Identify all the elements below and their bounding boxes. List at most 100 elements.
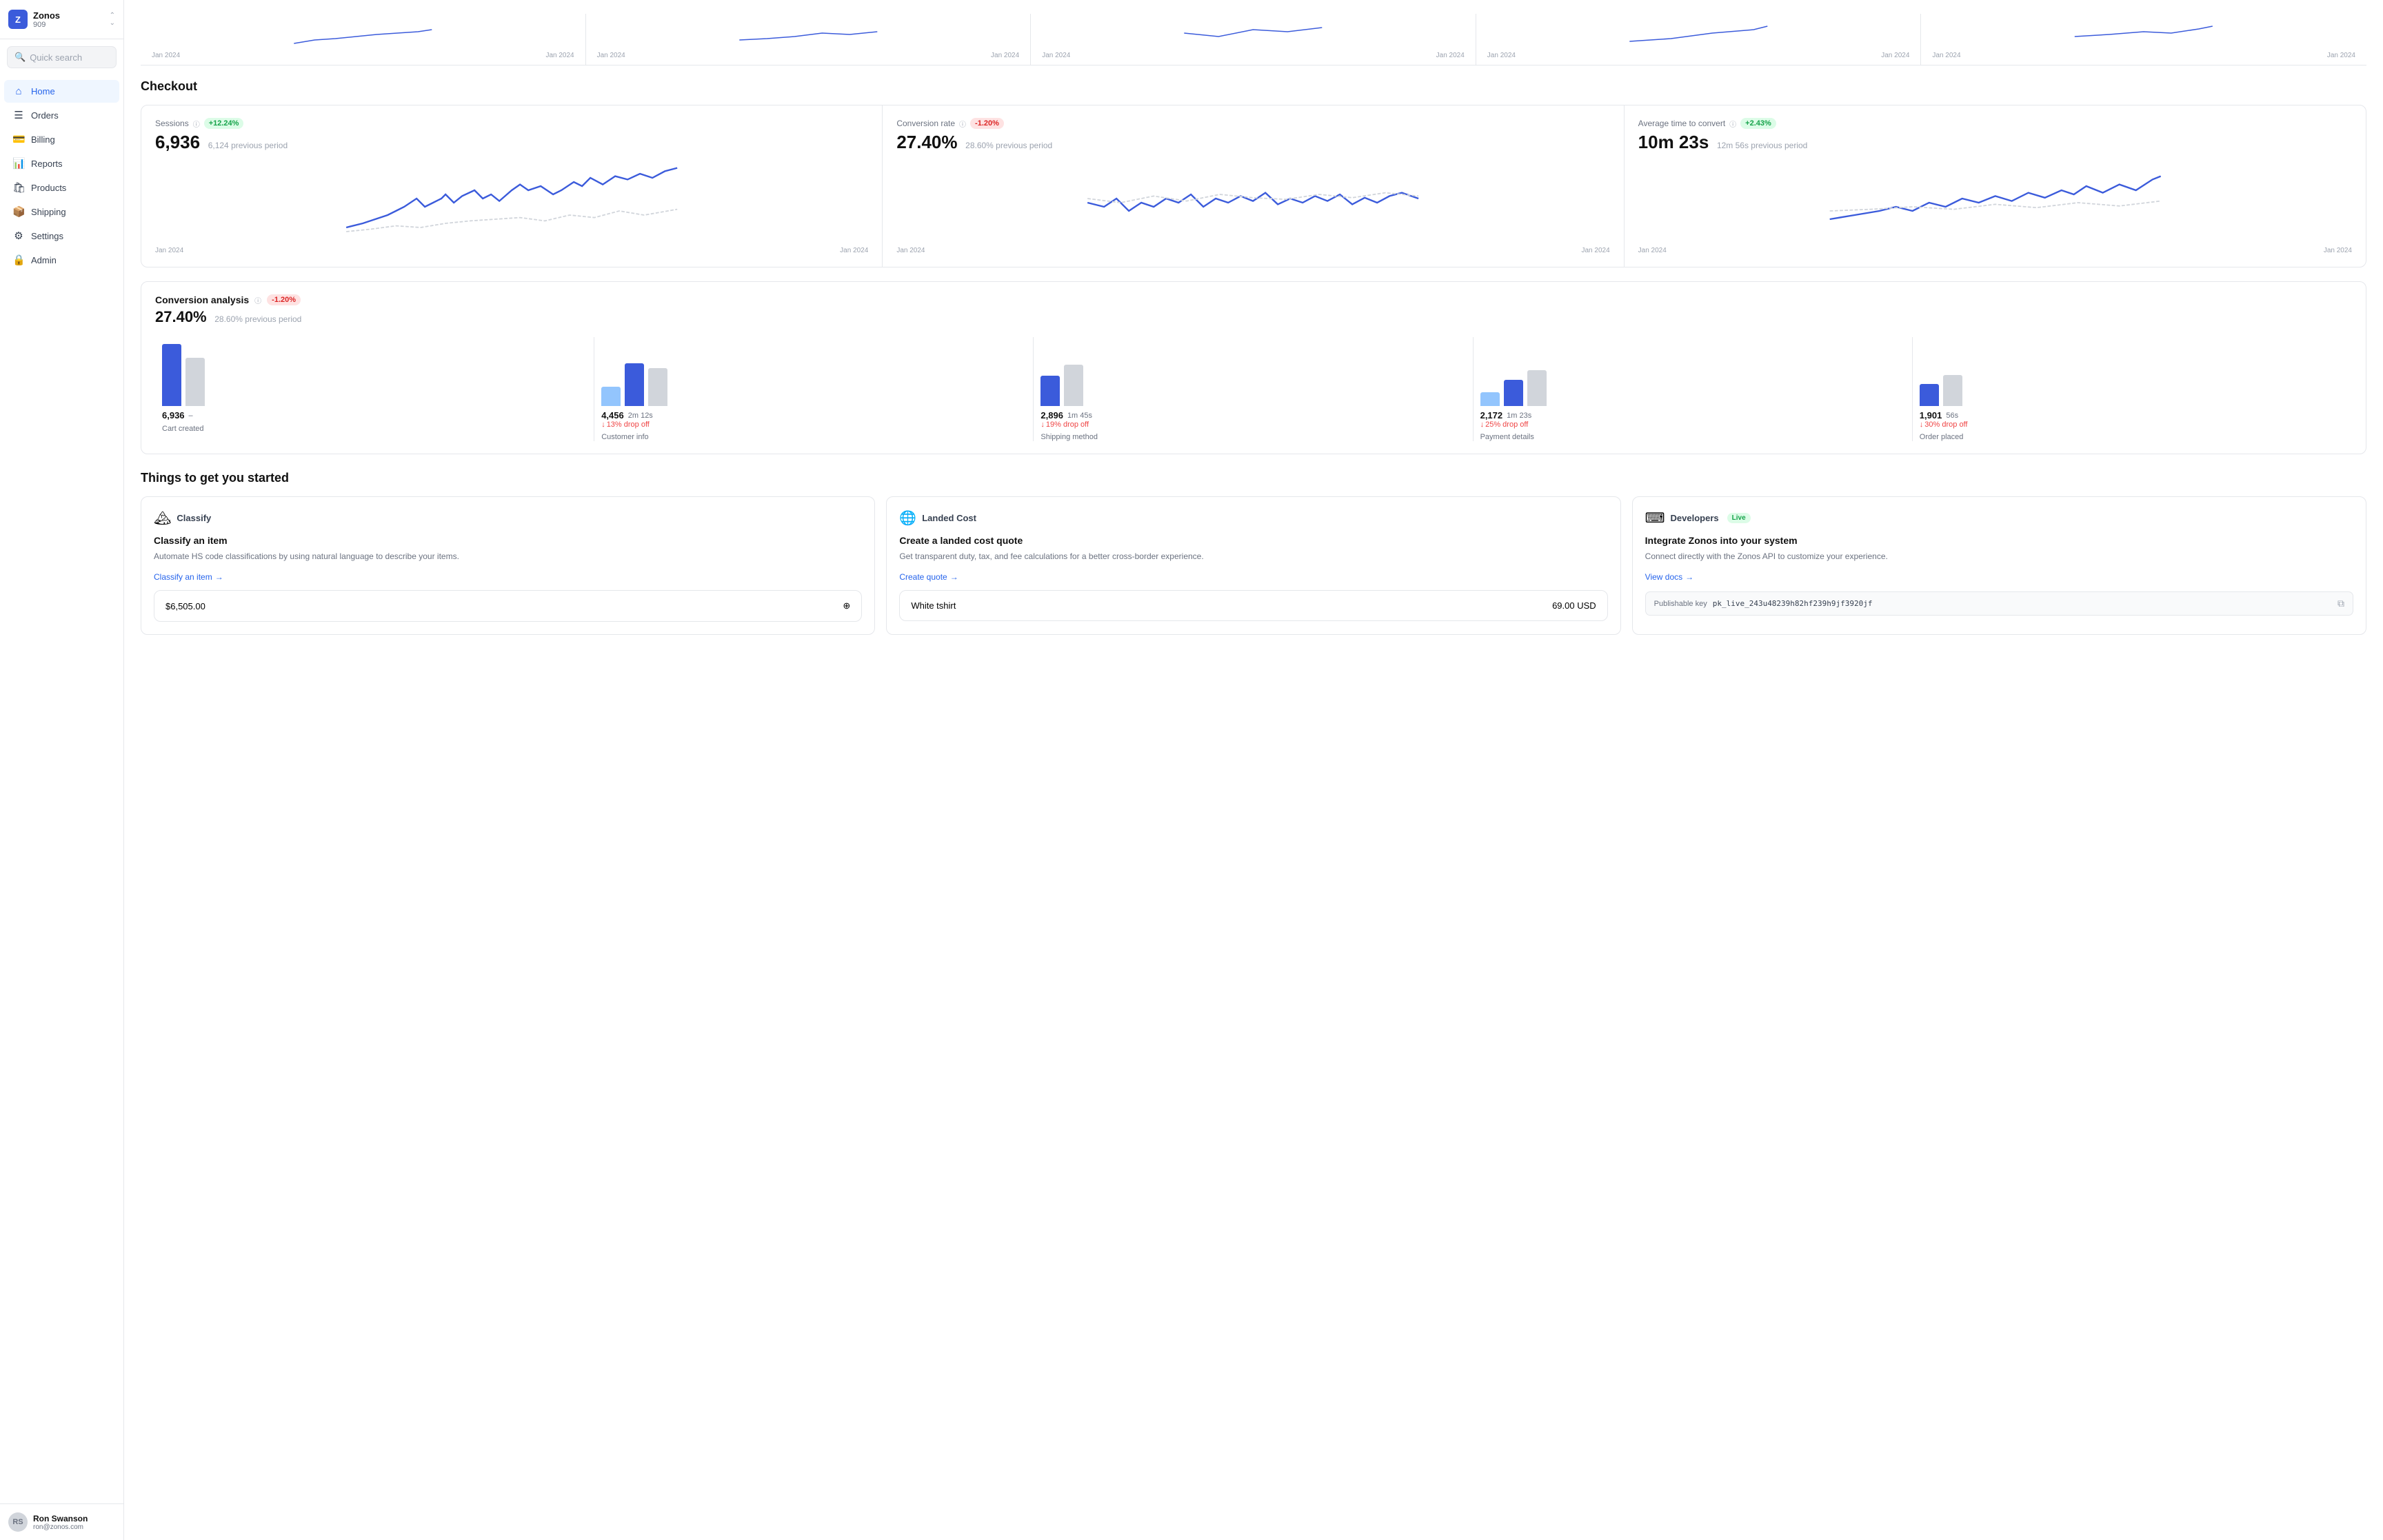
sidebar-item-settings[interactable]: ⚙ Settings bbox=[4, 224, 119, 247]
conversion-rate-label: Conversion rate bbox=[896, 119, 955, 128]
bar-container-payment bbox=[1480, 337, 1547, 406]
sidebar-item-home[interactable]: ⌂ Home bbox=[4, 80, 119, 103]
sidebar-item-admin-label: Admin bbox=[31, 255, 57, 265]
sidebar-item-admin[interactable]: 🔒 Admin bbox=[4, 248, 119, 272]
landed-cost-item-preview: White tshirt 69.00 USD bbox=[899, 590, 1607, 621]
home-icon: ⌂ bbox=[12, 85, 25, 97]
sidebar-item-shipping[interactable]: 📦 Shipping bbox=[4, 200, 119, 223]
sidebar-item-billing[interactable]: 💳 Billing bbox=[4, 128, 119, 151]
mini-chart-svg-3 bbox=[1042, 19, 1465, 47]
drop-text-payment: 25% drop off bbox=[1485, 421, 1528, 429]
conversion-analysis-section: Conversion analysis ⓘ -1.20% 27.40% 28.6… bbox=[141, 281, 2366, 454]
avg-time-chart bbox=[1638, 161, 2352, 244]
bar-drop-payment: ↓ 25% drop off bbox=[1480, 421, 1529, 429]
bar-light-blue-payment bbox=[1480, 392, 1500, 406]
sidebar-item-products-label: Products bbox=[31, 183, 66, 193]
top-chart-4: Jan 2024 Jan 2024 bbox=[1476, 14, 1922, 65]
funnel-bars: 6,936 – Cart created 4,456 2m 12s bbox=[155, 337, 2352, 441]
landed-cost-brand-label: Landed Cost bbox=[922, 513, 976, 523]
avg-time-prev: 12m 56s previous period bbox=[1717, 141, 1807, 150]
sidebar-item-billing-label: Billing bbox=[31, 134, 55, 145]
landed-cost-icon: 🌐 bbox=[899, 509, 916, 527]
classify-brand-label: Classify bbox=[177, 513, 211, 523]
sidebar-item-shipping-label: Shipping bbox=[31, 207, 66, 217]
sidebar-footer: RS Ron Swanson ron@zonos.com bbox=[0, 1503, 123, 1540]
item-price-white-shirt: 69.00 USD bbox=[1552, 600, 1596, 611]
conversion-rate-chart bbox=[896, 161, 1609, 244]
top-chart-3: Jan 2024 Jan 2024 bbox=[1031, 14, 1476, 65]
started-cards: 🏔 Classify Classify an item Automate HS … bbox=[141, 496, 2366, 635]
view-docs-link-text: View docs bbox=[1645, 572, 1682, 582]
avg-time-header: Average time to convert ⓘ +2.43% bbox=[1638, 118, 2352, 129]
quick-search-label: Quick search bbox=[30, 52, 82, 63]
pk-value: pk_live_243u48239h82hf239h9jf3920jf bbox=[1713, 599, 2332, 608]
bar-label-shipping: Shipping method bbox=[1040, 433, 1098, 441]
conversion-analysis-badge: -1.20% bbox=[267, 294, 301, 305]
avg-time-value: 10m 23s bbox=[1638, 132, 1709, 152]
sidebar-item-orders[interactable]: ☰ Orders bbox=[4, 103, 119, 127]
bar-stats-payment: 2,172 1m 23s bbox=[1480, 410, 1532, 421]
mini-chart-svg-1 bbox=[152, 19, 574, 47]
shipping-icon: 📦 bbox=[12, 205, 25, 218]
drop-text-shipping: 19% drop off bbox=[1046, 421, 1089, 429]
developers-card: ⌨ Developers Live Integrate Zonos into y… bbox=[1632, 496, 2366, 635]
brand-name: Zonos bbox=[33, 10, 60, 21]
classify-card-title: Classify an item bbox=[154, 535, 862, 546]
conversion-analysis-title: Conversion analysis bbox=[155, 294, 249, 305]
user-email: ron@zonos.com bbox=[33, 1523, 88, 1531]
bar-time-shipping: 1m 45s bbox=[1067, 412, 1092, 420]
main-content: Jan 2024 Jan 2024 Jan 2024 Jan 2024 bbox=[124, 0, 2383, 1540]
landed-cost-card-title: Create a landed cost quote bbox=[899, 535, 1607, 546]
developers-brand-label: Developers bbox=[1671, 513, 1719, 523]
classify-item-icon: ⊕ bbox=[843, 600, 850, 611]
quick-search-bar[interactable]: 🔍 Quick search bbox=[7, 46, 117, 68]
user-info: Ron Swanson ron@zonos.com bbox=[33, 1514, 88, 1531]
admin-icon: 🔒 bbox=[12, 254, 25, 266]
avg-time-chart-dates: Jan 2024 Jan 2024 bbox=[1638, 247, 2352, 254]
developers-card-title: Integrate Zonos into your system bbox=[1645, 535, 2353, 546]
top-chart-2: Jan 2024 Jan 2024 bbox=[586, 14, 1032, 65]
bar-time-order: 56s bbox=[1946, 412, 1958, 420]
developers-card-desc: Connect directly with the Zonos API to c… bbox=[1645, 550, 2353, 563]
mini-chart-svg-4 bbox=[1487, 19, 1910, 47]
conversion-analysis-prev: 28.60% previous period bbox=[214, 314, 301, 324]
developers-icon: ⌨ bbox=[1645, 509, 1665, 527]
classify-link-text: Classify an item bbox=[154, 572, 212, 582]
classify-link[interactable]: Classify an item → bbox=[154, 572, 862, 582]
bar-blue-payment bbox=[1504, 380, 1523, 406]
brand-info: Zonos 909 bbox=[33, 10, 60, 29]
sidebar-item-orders-label: Orders bbox=[31, 110, 59, 121]
create-quote-link[interactable]: Create quote → bbox=[899, 572, 1607, 582]
sessions-prev: 6,124 previous period bbox=[208, 141, 288, 150]
sidebar-item-products[interactable]: 🛍 Products bbox=[4, 176, 119, 199]
billing-icon: 💳 bbox=[12, 133, 25, 145]
products-icon: 🛍 bbox=[12, 181, 25, 194]
landed-cost-icon-row: 🌐 Landed Cost bbox=[899, 509, 1607, 527]
started-section: Things to get you started 🏔 Classify Cla… bbox=[141, 471, 2366, 635]
classify-item-preview: $6,505.00 ⊕ bbox=[154, 590, 862, 622]
checkout-title: Checkout bbox=[141, 79, 2366, 94]
bar-gray-customer bbox=[648, 368, 667, 406]
search-icon: 🔍 bbox=[14, 52, 26, 63]
sessions-header: Sessions ⓘ +12.24% bbox=[155, 118, 868, 129]
avg-time-label: Average time to convert bbox=[1638, 119, 1726, 128]
bar-stats-order: 1,901 56s bbox=[1920, 410, 1958, 421]
brand[interactable]: Z Zonos 909 bbox=[8, 10, 60, 29]
landed-cost-card-desc: Get transparent duty, tax, and fee calcu… bbox=[899, 550, 1607, 563]
drop-arrow-icon-2: ↓ bbox=[1040, 421, 1045, 429]
bar-drop-order: ↓ 30% drop off bbox=[1920, 421, 1968, 429]
classify-card: 🏔 Classify Classify an item Automate HS … bbox=[141, 496, 875, 635]
bar-count-order: 1,901 bbox=[1920, 410, 1942, 421]
copy-icon[interactable]: ⧉ bbox=[2337, 598, 2344, 609]
sessions-card: Sessions ⓘ +12.24% 6,936 6,124 previous … bbox=[141, 105, 883, 267]
bar-count-payment: 2,172 bbox=[1480, 410, 1503, 421]
sidebar-item-reports[interactable]: 📊 Reports bbox=[4, 152, 119, 175]
view-docs-link[interactable]: View docs → bbox=[1645, 572, 2353, 582]
mini-chart-svg-5 bbox=[1932, 19, 2355, 47]
conversion-analysis-header: Conversion analysis ⓘ -1.20% bbox=[155, 294, 2352, 305]
funnel-step-customer: 4,456 2m 12s ↓ 13% drop off Customer inf… bbox=[594, 337, 1034, 441]
bar-gray-payment bbox=[1527, 370, 1547, 406]
drop-arrow-icon: ↓ bbox=[601, 421, 605, 429]
conversion-rate-value: 27.40% bbox=[896, 132, 957, 152]
publishable-key-row: Publishable key pk_live_243u48239h82hf23… bbox=[1645, 591, 2353, 616]
